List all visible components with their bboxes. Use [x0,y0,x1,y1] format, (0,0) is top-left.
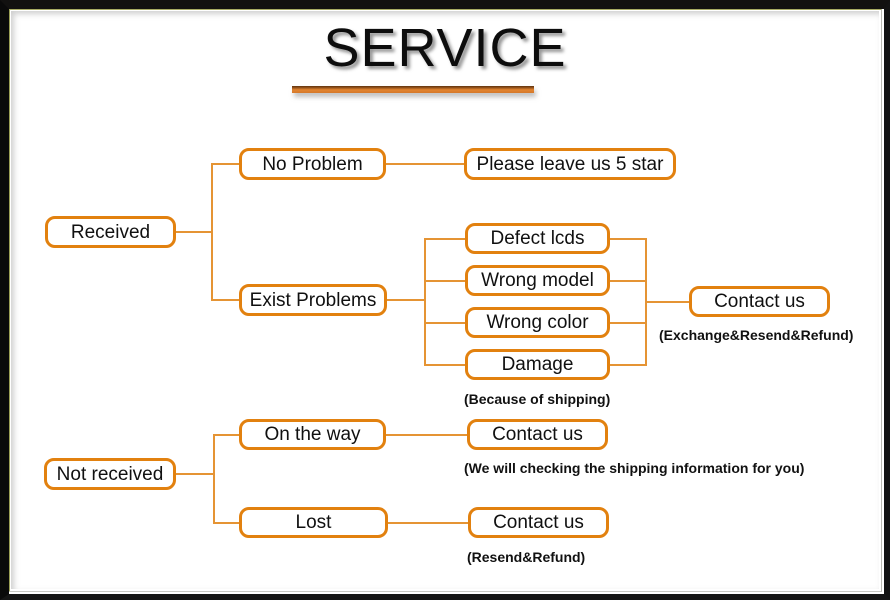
node-exist-problems[interactable]: Exist Problems [239,284,387,316]
node-contact-us-on-the-way-label: Contact us [492,424,583,445]
connector-not-received-spine [213,434,215,523]
connector-merge-to-contact-us [645,301,689,303]
node-contact-us-problems[interactable]: Contact us [689,286,830,317]
node-not-received[interactable]: Not received [44,458,176,490]
node-please-leave-5-star-label: Please leave us 5 star [476,153,664,175]
node-defect-lcds-label: Defect lcds [490,228,585,249]
node-exist-problems-label: Exist Problems [249,289,377,311]
node-damage[interactable]: Damage [465,349,610,380]
note-checking-shipping-info: (We will checking the shipping informati… [464,460,805,476]
note-because-of-shipping: (Because of shipping) [464,391,611,407]
node-defect-lcds[interactable]: Defect lcds [465,223,610,254]
connector-exist-problems-stub [387,299,425,301]
connector-lost-to-contact-us [388,522,469,524]
connector-received-to-exist-problems [211,299,240,301]
node-wrong-color[interactable]: Wrong color [465,307,610,338]
connector-damage-out [610,364,647,366]
page-title-text: SERVICE [323,18,567,78]
connector-issues-spine [424,238,426,365]
connector-wrong-model-out [610,280,647,282]
title-underline-rule [292,86,534,93]
connector-defect-lcds-out [610,238,647,240]
node-not-received-label: Not received [56,463,164,485]
node-on-the-way-label: On the way [264,424,361,445]
node-contact-us-problems-label: Contact us [714,291,805,312]
node-no-problem[interactable]: No Problem [239,148,386,180]
node-please-leave-5-star[interactable]: Please leave us 5 star [464,148,676,180]
connector-to-defect-lcds [424,238,466,240]
node-contact-us-on-the-way[interactable]: Contact us [467,419,608,450]
note-exchange-resend-refund: (Exchange&Resend&Refund) [659,327,854,343]
note-resend-refund: (Resend&Refund) [467,549,586,565]
node-damage-label: Damage [501,354,574,375]
node-wrong-model[interactable]: Wrong model [465,265,610,296]
connector-to-lost [213,522,240,524]
connector-on-the-way-to-contact-us [386,434,467,436]
node-wrong-model-label: Wrong model [481,270,594,291]
connector-received-spine [211,163,213,300]
connector-wrong-color-out [610,322,647,324]
node-wrong-color-label: Wrong color [486,312,589,333]
node-lost-label: Lost [295,512,332,533]
connector-to-damage [424,364,466,366]
node-received-label: Received [70,221,151,243]
connector-to-on-the-way [213,434,240,436]
service-flowchart: SERVICE Received No Problem Please leave… [0,0,890,600]
connector-no-problem-to-five-star [386,163,464,165]
page-title: SERVICE [0,20,890,77]
connector-not-received-stub [176,473,214,475]
connector-to-wrong-color [424,322,466,324]
node-on-the-way[interactable]: On the way [239,419,386,450]
node-no-problem-label: No Problem [262,153,363,175]
node-received[interactable]: Received [45,216,176,248]
connector-to-wrong-model [424,280,466,282]
node-contact-us-lost-label: Contact us [493,512,584,533]
connector-received-stub [176,231,212,233]
connector-received-to-no-problem [211,163,240,165]
node-lost[interactable]: Lost [239,507,388,538]
node-contact-us-lost[interactable]: Contact us [468,507,609,538]
